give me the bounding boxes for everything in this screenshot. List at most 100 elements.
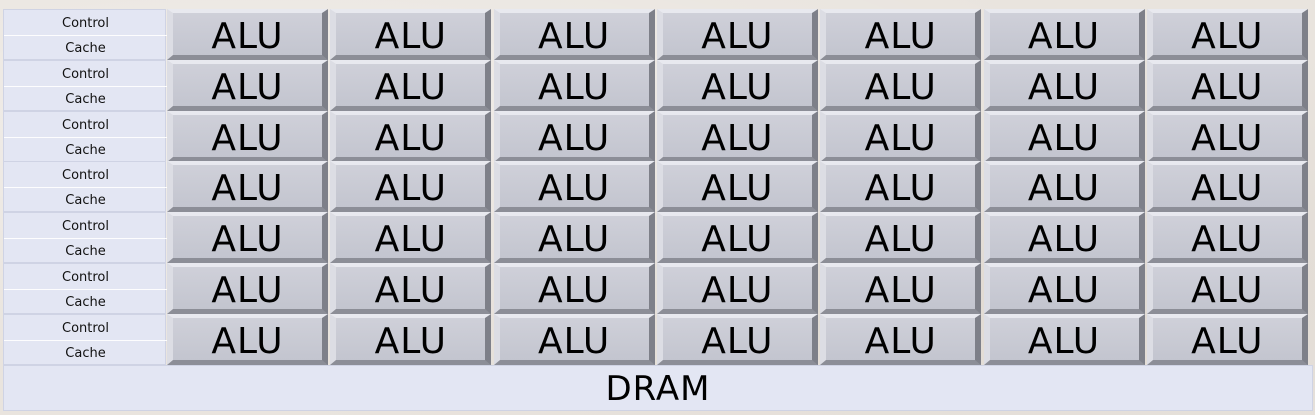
alu-block: ALU [167, 263, 328, 314]
alu-block: ALU [656, 212, 818, 264]
alu-label: ALU [864, 117, 937, 159]
alu-label: ALU [374, 168, 447, 210]
alu-block: ALU [983, 313, 1145, 365]
alu-label: ALU [701, 270, 774, 311]
core-row: Control Cache ALU ALU ALU ALU ALU ALU ALU [3, 313, 1313, 365]
alu-label: ALU [701, 66, 774, 108]
alu-block: ALU [330, 313, 492, 365]
alu-label: ALU [537, 66, 611, 108]
alu-block: ALU [330, 9, 492, 60]
alu-label: ALU [701, 320, 774, 362]
alu-label: ALU [211, 66, 284, 108]
alu-block: ALU [167, 59, 328, 111]
control-cache-block: Control Cache [3, 9, 167, 60]
alu-block: ALU [1146, 212, 1308, 264]
core-row: Control Cache ALU ALU ALU ALU ALU ALU ALU [3, 161, 1313, 213]
alu-block: ALU [820, 161, 982, 213]
control-label: Control [62, 320, 109, 336]
alu-block: ALU [493, 212, 655, 264]
alu-block: ALU [1146, 161, 1308, 213]
alu-block: ALU [167, 161, 328, 213]
alu-block: ALU [330, 212, 492, 264]
alu-label: ALU [1191, 270, 1264, 311]
alu-label: ALU [1191, 117, 1264, 159]
alu-label: ALU [537, 219, 611, 261]
alu-block: ALU [983, 161, 1145, 213]
alu-label: ALU [864, 219, 937, 261]
alu-block: ALU [656, 313, 818, 365]
control-label: Control [62, 219, 109, 235]
alu-label: ALU [537, 168, 611, 210]
dram-label: DRAM [605, 369, 711, 409]
core-row: Control Cache ALU ALU ALU ALU ALU ALU ALU [3, 110, 1313, 162]
alu-label: ALU [1191, 16, 1264, 57]
alu-block: ALU [983, 59, 1145, 111]
alu-block: ALU [820, 110, 982, 162]
alu-label: ALU [1191, 219, 1264, 261]
alu-block: ALU [493, 263, 655, 314]
alu-label: ALU [864, 16, 937, 57]
alu-block: ALU [820, 59, 982, 111]
alu-label: ALU [211, 16, 284, 57]
alu-label: ALU [701, 117, 774, 159]
alu-label: ALU [537, 270, 611, 311]
control-cache-divider [4, 136, 167, 138]
control-cache-divider [4, 35, 167, 36]
cache-label: Cache [65, 345, 106, 361]
control-cache-block: Control Cache [3, 59, 167, 111]
control-cache-divider [4, 187, 167, 189]
alu-block: ALU [330, 110, 492, 162]
alu-label: ALU [864, 66, 937, 108]
control-cache-block: Control Cache [3, 263, 167, 314]
alu-block: ALU [820, 313, 982, 365]
dram-block: DRAM [3, 365, 1313, 411]
cache-label: Cache [65, 193, 106, 209]
alu-label: ALU [374, 219, 447, 261]
cache-label: Cache [65, 91, 106, 107]
control-cache-divider [4, 339, 167, 341]
alu-block: ALU [983, 110, 1145, 162]
alu-block: ALU [493, 9, 655, 60]
alu-label: ALU [1027, 320, 1101, 362]
alu-block: ALU [820, 263, 982, 314]
alu-block: ALU [1146, 110, 1308, 162]
control-cache-divider [4, 289, 167, 290]
control-label: Control [62, 66, 109, 82]
core-row: Control Cache ALU ALU ALU ALU ALU ALU ALU [3, 263, 1313, 314]
alu-label: ALU [374, 16, 447, 57]
control-label: Control [62, 270, 109, 285]
cache-label: Cache [65, 295, 106, 310]
alu-label: ALU [1027, 219, 1101, 261]
alu-block: ALU [330, 263, 492, 314]
alu-block: ALU [493, 59, 655, 111]
control-cache-divider [4, 85, 167, 87]
alu-label: ALU [537, 320, 611, 362]
alu-label: ALU [211, 168, 284, 210]
alu-label: ALU [211, 320, 284, 362]
alu-block: ALU [1146, 9, 1308, 60]
alu-block: ALU [493, 313, 655, 365]
alu-label: ALU [1027, 66, 1101, 108]
alu-label: ALU [1191, 168, 1264, 210]
alu-label: ALU [1027, 270, 1101, 311]
alu-label: ALU [374, 320, 447, 362]
alu-label: ALU [1027, 117, 1101, 159]
alu-label: ALU [374, 66, 447, 108]
alu-block: ALU [167, 212, 328, 264]
cache-label: Cache [65, 41, 106, 56]
control-cache-block: Control Cache [3, 313, 167, 365]
alu-block: ALU [167, 313, 328, 365]
alu-label: ALU [864, 168, 937, 210]
cache-label: Cache [65, 142, 106, 158]
alu-block: ALU [493, 110, 655, 162]
alu-block: ALU [1146, 313, 1308, 365]
control-cache-block: Control Cache [3, 212, 167, 264]
alu-block: ALU [1146, 263, 1308, 314]
alu-label: ALU [864, 270, 937, 311]
core-row: Control Cache ALU ALU ALU ALU ALU ALU ALU [3, 212, 1313, 264]
control-label: Control [62, 16, 109, 31]
core-row: Control Cache ALU ALU ALU ALU ALU ALU ALU [3, 59, 1313, 111]
alu-label: ALU [701, 168, 774, 210]
alu-label: ALU [374, 270, 447, 311]
alu-block: ALU [820, 9, 982, 60]
